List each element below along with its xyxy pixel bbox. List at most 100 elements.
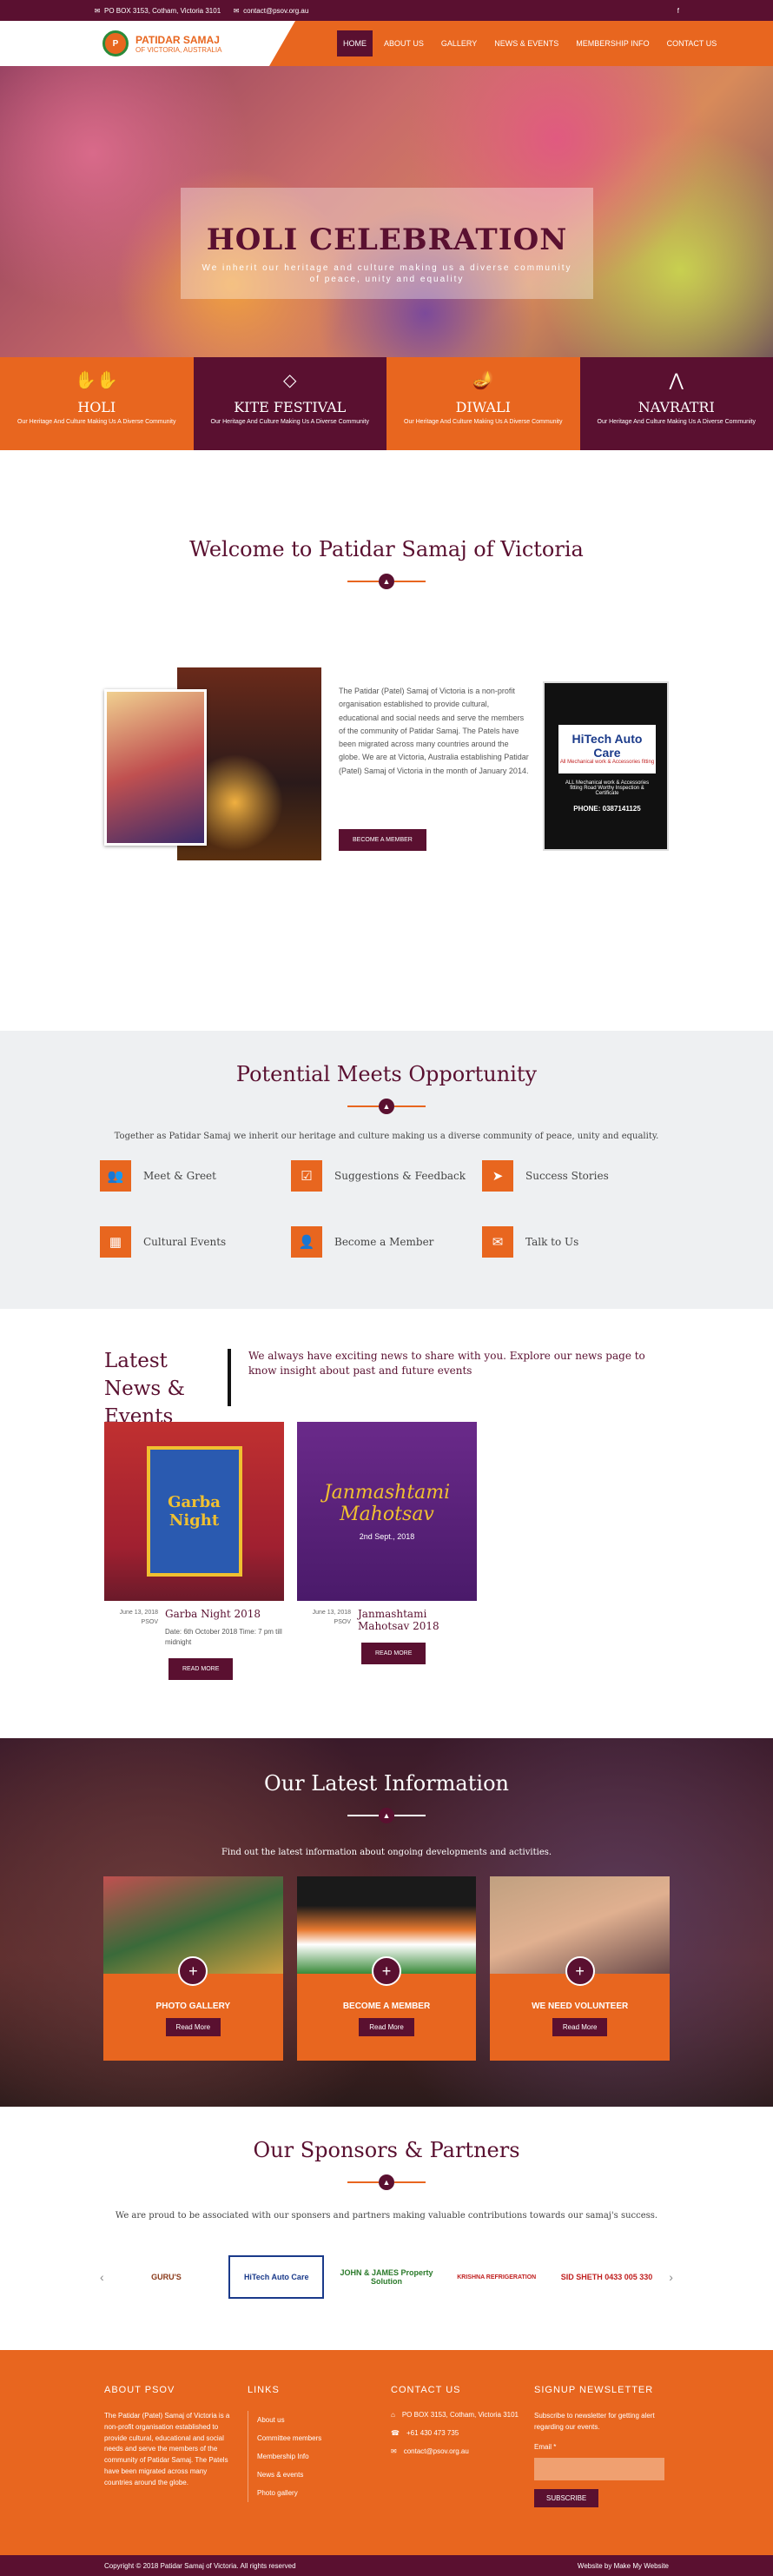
footer-heading: ABOUT PSOV (104, 2385, 234, 2395)
envelope-icon: ✉ (482, 1226, 513, 1258)
news-title-link[interactable]: Garba Night 2018 (165, 1608, 284, 1620)
festival-desc: Our Heritage And Culture Making Us A Div… (580, 419, 773, 425)
festival-kite[interactable]: ◇ KITE FESTIVAL Our Heritage And Culture… (194, 357, 387, 450)
nav-about-us[interactable]: ABOUT US (378, 30, 430, 56)
read-more-button[interactable]: Read More (552, 2018, 608, 2036)
poster-date: 2nd Sept., 2018 (360, 1532, 415, 1541)
news-title-link[interactable]: Janmashtami Mahotsav 2018 (358, 1608, 477, 1632)
calendar-icon: ▦ (100, 1226, 131, 1258)
plus-icon[interactable]: + (565, 1956, 595, 1986)
festival-navratri[interactable]: ⋀ NAVRATRI Our Heritage And Culture Maki… (580, 357, 773, 450)
users-icon: 👥 (100, 1160, 131, 1192)
news-author: PSOV (104, 1617, 158, 1627)
email-label: Email * (534, 2442, 664, 2453)
opp-success-stories[interactable]: ➤Success Stories (482, 1160, 673, 1192)
read-more-button[interactable]: Read More (359, 2018, 414, 2036)
festival-holi[interactable]: ✋✋ HOLI Our Heritage And Culture Making … (0, 357, 194, 450)
opp-become-member[interactable]: 👤Become a Member (291, 1226, 482, 1258)
footer-heading: LINKS (248, 2385, 377, 2395)
logo[interactable]: P PATIDAR SAMAJ OF VICTORIA, AUSTRALIA (0, 21, 269, 66)
footer-link[interactable]: Membership Info (248, 2447, 377, 2466)
plus-icon[interactable]: + (372, 1956, 401, 1986)
subscribe-button[interactable]: SUBSCRIBE (534, 2489, 598, 2507)
sponsors-title: Our Sponsors & Partners (0, 2138, 773, 2162)
opp-cultural-events[interactable]: ▦Cultural Events (100, 1226, 291, 1258)
envelope-icon: ✉ (233, 7, 240, 15)
opp-meet-greet[interactable]: 👥Meet & Greet (100, 1160, 291, 1192)
festival-diwali[interactable]: 🪔 DIWALI Our Heritage And Culture Making… (386, 357, 580, 450)
main-nav: HOME ABOUT US GALLERY NEWS & EVENTS MEMB… (269, 21, 773, 66)
news-author: PSOV (297, 1617, 351, 1627)
hitech-ad[interactable]: HiTech Auto Care All Mechanical work & A… (543, 681, 669, 851)
info-become-member[interactable]: + BECOME A MEMBERRead More (297, 1876, 477, 2061)
envelope-icon: ✉ (94, 7, 101, 15)
latest-info-section: Our Latest Information ▲ Find out the la… (0, 1738, 773, 2107)
chevron-left-icon[interactable]: ‹ (100, 2270, 104, 2284)
footer-contact: CONTACT US ⌂PO BOX 3153, Cotham, Victori… (391, 2385, 534, 2555)
footer-link[interactable]: About us (248, 2411, 377, 2429)
nav-gallery[interactable]: GALLERY (435, 30, 483, 56)
opp-suggestions[interactable]: ☑Suggestions & Feedback (291, 1160, 482, 1192)
news-title: Latest News & Events (104, 1347, 226, 1431)
copyright-bar: Copyright © 2018 Patidar Samaj of Victor… (0, 2555, 773, 2576)
footer-link[interactable]: News & events (248, 2466, 377, 2484)
plus-icon[interactable]: + (178, 1956, 208, 1986)
sponsor-logo[interactable]: GURU'S (118, 2255, 214, 2299)
newsletter-email-input[interactable] (534, 2458, 664, 2480)
website-credit[interactable]: Website by Make My Website (578, 2562, 669, 2570)
festival-strip: ✋✋ HOLI Our Heritage And Culture Making … (0, 357, 773, 450)
opp-talk-to-us[interactable]: ✉Talk to Us (482, 1226, 673, 1258)
garba-poster-image[interactable]: Garba Night (104, 1422, 284, 1601)
nav-contact-us[interactable]: CONTACT US (661, 30, 723, 56)
header: P PATIDAR SAMAJ OF VICTORIA, AUSTRALIA H… (0, 21, 773, 66)
paper-plane-icon: ➤ (482, 1160, 513, 1192)
janmashtami-poster-image[interactable]: Janmashtami Mahotsav 2nd Sept., 2018 (297, 1422, 477, 1601)
read-more-button[interactable]: READ MORE (361, 1643, 426, 1664)
chevron-right-icon[interactable]: › (669, 2270, 673, 2284)
festival-name: NAVRATRI (580, 399, 773, 415)
facebook-icon[interactable]: f (677, 7, 679, 15)
user-icon: 👤 (291, 1226, 322, 1258)
dandiya-icon: ⋀ (580, 369, 773, 392)
checkbox-icon: ☑ (291, 1160, 322, 1192)
sponsor-logo[interactable]: SID SHETH 0433 005 330 (559, 2255, 655, 2299)
footer-about: ABOUT PSOV The Patidar (Patel) Samaj of … (104, 2385, 248, 2555)
sponsor-logo[interactable]: HiTech Auto Care (228, 2255, 324, 2299)
info-subtitle: Find out the latest information about on… (0, 1848, 773, 1857)
sponsor-logo[interactable]: JOHN & JAMES Property Solution (339, 2255, 434, 2299)
section-divider: ▲ (0, 2174, 773, 2190)
hands-icon: ✋✋ (0, 369, 194, 392)
welcome-title: Welcome to Patidar Samaj of Victoria (0, 537, 773, 561)
news-date: June 13, 2018 (104, 1608, 158, 1617)
lamp-icon: 🪔 (386, 369, 580, 392)
copyright-text: Copyright © 2018 Patidar Samaj of Victor… (104, 2562, 296, 2570)
info-volunteer[interactable]: + WE NEED VOLUNTEERRead More (490, 1876, 670, 2061)
diamond-icon: ▲ (379, 1099, 394, 1114)
festival-name: HOLI (0, 399, 194, 415)
news-divider (228, 1349, 231, 1406)
diamond-icon: ▲ (379, 574, 394, 589)
footer-link[interactable]: Photo gallery (248, 2484, 377, 2502)
info-photo-gallery[interactable]: + PHOTO GALLERYRead More (103, 1876, 283, 2061)
top-bar: ✉PO BOX 3153, Cotham, Victoria 3101 ✉con… (0, 0, 773, 21)
festival-desc: Our Heritage And Culture Making Us A Div… (386, 419, 580, 425)
read-more-button[interactable]: Read More (166, 2018, 221, 2036)
sponsor-logo[interactable]: KRISHNA REFRIGERATION (449, 2255, 545, 2299)
location-icon: ⌂ (391, 2411, 395, 2419)
footer-newsletter: SIGNUP NEWSLETTER Subscribe to newslette… (534, 2385, 677, 2555)
festival-desc: Our Heritage And Culture Making Us A Div… (194, 419, 387, 425)
footer-about-text: The Patidar (Patel) Samaj of Victoria is… (104, 2411, 234, 2489)
nav-news-events[interactable]: NEWS & EVENTS (488, 30, 565, 56)
opportunity-section: Potential Meets Opportunity ▲ Together a… (0, 1031, 773, 1309)
email-info[interactable]: ✉contact@psov.org.au (233, 7, 308, 15)
opportunity-grid: 👥Meet & Greet ☑Suggestions & Feedback ➤S… (100, 1160, 673, 1258)
footer-link[interactable]: Committee members (248, 2429, 377, 2447)
address-info: ✉PO BOX 3153, Cotham, Victoria 3101 (94, 7, 221, 15)
festival-name: DIWALI (386, 399, 580, 415)
read-more-button[interactable]: READ MORE (168, 1658, 233, 1680)
become-member-button[interactable]: BECOME A MEMBER (339, 829, 426, 851)
nav-membership-info[interactable]: MEMBERSHIP INFO (570, 30, 655, 56)
ad-text: ALL Mechanical work & Accessories fittin… (558, 780, 656, 796)
nav-home[interactable]: HOME (337, 30, 373, 56)
footer-links: LINKS About us Committee members Members… (248, 2385, 391, 2555)
